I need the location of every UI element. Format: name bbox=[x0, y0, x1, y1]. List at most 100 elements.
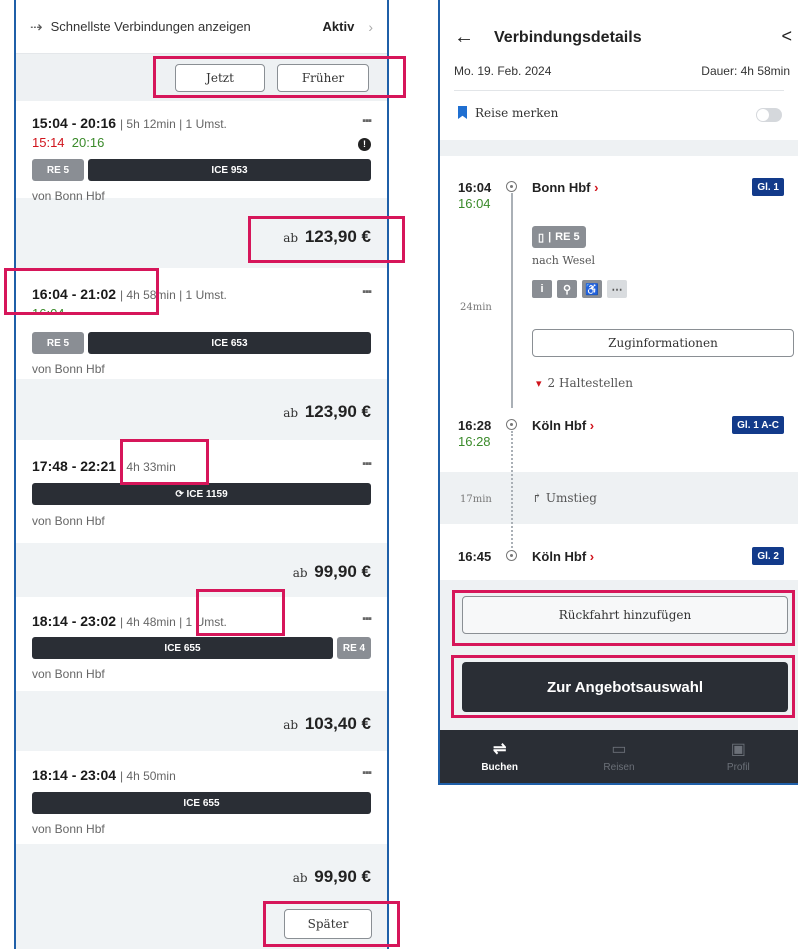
station-link[interactable]: Köln Hbf › bbox=[532, 418, 594, 433]
train-segment: ⟳ ICE 1159 bbox=[32, 483, 371, 505]
save-trip-label: Reise merken bbox=[475, 106, 559, 120]
price-prefix: ab bbox=[283, 406, 299, 420]
profile-icon: ▣ bbox=[730, 741, 746, 758]
train-segment: ICE 953 bbox=[88, 159, 371, 181]
departure-time: 16:45 bbox=[458, 549, 492, 564]
chevron-right-icon: › bbox=[368, 18, 373, 35]
trip-date: Mo. 19. Feb. 2024 bbox=[454, 64, 552, 78]
ticket-icon: ▭ bbox=[611, 741, 627, 758]
direction-label: nach Wesel bbox=[532, 254, 595, 267]
fastest-label: Schnellste Verbindungen anzeigen bbox=[50, 19, 251, 34]
train-segment: ICE 655 bbox=[32, 637, 333, 659]
origin-label: von Bonn Hbf bbox=[32, 822, 105, 836]
occupancy-icon: ▪▪▪ bbox=[362, 286, 372, 298]
walking-person-icon: ⇢ bbox=[30, 18, 43, 36]
train-info-button[interactable]: Zuginformationen bbox=[532, 329, 794, 357]
bookmark-icon bbox=[458, 106, 467, 119]
conn-time: 18:14 - 23:02 bbox=[32, 613, 117, 629]
price: 99,90 € bbox=[314, 867, 371, 886]
transfer-line bbox=[511, 431, 513, 555]
chevron-down-icon: ▾ bbox=[536, 377, 542, 390]
back-arrow-icon[interactable]: ← bbox=[454, 26, 474, 49]
train-icon: ▯ bbox=[538, 231, 545, 244]
occupancy-icon: ▪▪▪ bbox=[362, 767, 372, 779]
divider bbox=[454, 90, 784, 91]
connection-card-1[interactable]: 15:04 - 20:16 | 5h 12min | 1 Umst. ▪▪▪ 1… bbox=[16, 101, 387, 203]
highlight-box bbox=[263, 901, 400, 947]
highlight-box bbox=[452, 590, 795, 646]
price-row-5[interactable]: ab 99,90 € bbox=[16, 853, 387, 900]
realtime-departure: 16:04 bbox=[458, 196, 491, 211]
fastest-connections-toggle[interactable]: ⇢ Schnellste Verbindungen anzeigen Aktiv… bbox=[16, 0, 387, 54]
conn-time: 15:04 - 20:16 bbox=[32, 115, 117, 131]
highlight-box bbox=[451, 655, 795, 718]
train-segment: ICE 653 bbox=[88, 332, 371, 354]
conn-time: 17:48 - 22:21 bbox=[32, 458, 117, 474]
stops-toggle[interactable]: ▾ 2 Haltestellen bbox=[536, 376, 633, 390]
section-gap bbox=[440, 140, 798, 156]
origin-label: von Bonn Hbf bbox=[32, 667, 105, 681]
save-trip-toggle[interactable] bbox=[756, 108, 782, 122]
conn-meta: | 5h 12min | 1 Umst. bbox=[119, 117, 227, 131]
bottom-navigation: ⇌ Buchen ▭ Reisen ▣ Profil bbox=[440, 730, 798, 783]
nav-book[interactable]: ⇌ Buchen bbox=[440, 730, 559, 783]
price-prefix: ab bbox=[292, 566, 308, 580]
track-badge: Gl. 1 bbox=[752, 178, 784, 196]
price: 103,40 € bbox=[304, 714, 371, 733]
occupancy-icon: ▪▪▪ bbox=[362, 613, 372, 625]
train-segment: ICE 655 bbox=[32, 792, 371, 814]
info-icon: i bbox=[532, 280, 552, 298]
highlight-box bbox=[248, 216, 405, 263]
stop-marker bbox=[506, 419, 517, 430]
trip-summary: Mo. 19. Feb. 2024 Dauer: 4h 58min bbox=[454, 64, 794, 78]
transfer-section: 17min ↱ Umstieg bbox=[440, 472, 798, 524]
ride-duration: 24min bbox=[460, 302, 492, 313]
bicycle-icon: ⚲ bbox=[557, 280, 577, 298]
track-badge: Gl. 1 A-C bbox=[732, 416, 784, 434]
occupancy-icon: ▪▪▪ bbox=[362, 458, 372, 470]
stop-marker bbox=[506, 181, 517, 192]
train-badge[interactable]: ▯ | RE 5 bbox=[532, 226, 586, 248]
share-icon[interactable]: < bbox=[781, 26, 792, 47]
price-row-4[interactable]: ab 103,40 € bbox=[16, 700, 387, 747]
station-link[interactable]: Bonn Hbf › bbox=[532, 180, 598, 195]
fastest-state: Aktiv bbox=[322, 19, 355, 34]
save-trip-row: Reise merken bbox=[458, 106, 558, 120]
wheelchair-icon: ♿ bbox=[582, 280, 602, 298]
nav-profile[interactable]: ▣ Profil bbox=[679, 730, 798, 783]
highlight-box bbox=[120, 439, 209, 485]
occupancy-icon: ▪▪▪ bbox=[362, 115, 372, 127]
conn-time: 18:14 - 23:04 bbox=[32, 767, 117, 783]
transfer-label: ↱ Umstieg bbox=[532, 491, 597, 505]
departure-time: 16:04 bbox=[458, 180, 492, 195]
origin-label: von Bonn Hbf bbox=[32, 189, 105, 203]
train-segment: RE 5 bbox=[32, 332, 84, 354]
origin-label: von Bonn Hbf bbox=[32, 514, 105, 528]
price-row-3[interactable]: ab 99,90 € bbox=[16, 548, 387, 595]
stop-marker bbox=[506, 550, 517, 561]
warning-icon: ! bbox=[358, 138, 371, 151]
sprinter-icon: ⟳ bbox=[175, 488, 187, 500]
price-row-2[interactable]: ab 123,90 € bbox=[16, 388, 387, 435]
realtime-departure: 15:14 bbox=[32, 135, 65, 150]
station-link[interactable]: Köln Hbf › bbox=[532, 549, 594, 564]
route-icon: ⇌ bbox=[492, 741, 507, 758]
route-line bbox=[511, 193, 513, 408]
connection-card-5[interactable]: 18:14 - 23:04 | 4h 50min ▪▪▪ ICE 655 von… bbox=[16, 751, 387, 844]
page-title: Verbindungsdetails bbox=[494, 29, 642, 46]
price-prefix: ab bbox=[292, 871, 308, 885]
realtime-arrival: 16:28 bbox=[458, 434, 491, 449]
more-icon[interactable]: ⋯ bbox=[607, 280, 627, 298]
realtime-arrival: 20:16 bbox=[71, 135, 105, 150]
nav-trips[interactable]: ▭ Reisen bbox=[559, 730, 678, 783]
highlight-box bbox=[196, 589, 285, 636]
origin-label: von Bonn Hbf bbox=[32, 362, 105, 376]
price: 123,90 € bbox=[304, 402, 371, 421]
train-segment: RE 4 bbox=[337, 637, 371, 659]
highlight-box bbox=[153, 56, 406, 98]
price-prefix: ab bbox=[283, 718, 299, 732]
transfer-duration: 17min bbox=[460, 494, 492, 505]
trip-duration: Dauer: 4h 58min bbox=[701, 64, 790, 78]
train-segment: RE 5 bbox=[32, 159, 84, 181]
header: ← Verbindungsdetails < bbox=[440, 18, 798, 58]
